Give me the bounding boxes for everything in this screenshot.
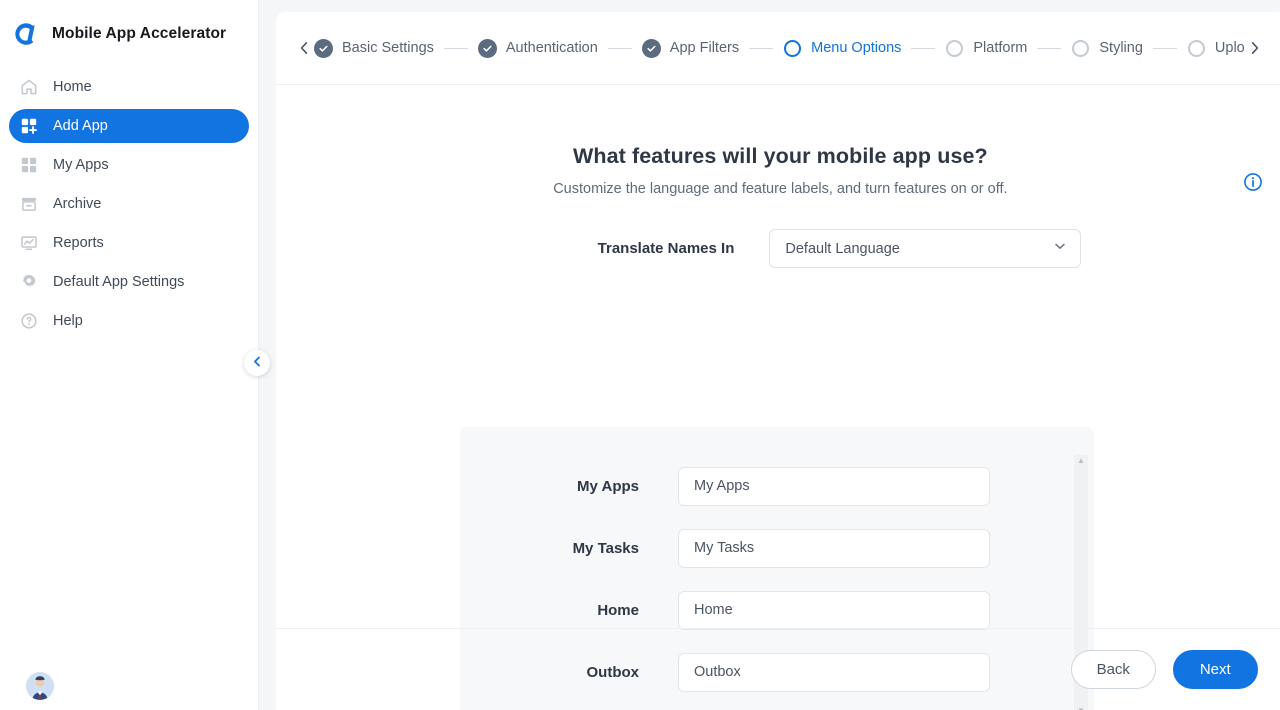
home-icon [18,76,40,98]
page-subtitle: Customize the language and feature label… [553,181,1008,197]
language-select[interactable]: Default Language [769,229,1082,268]
wizard-content: What features will your mobile app use? … [276,144,1280,710]
step-menu-options[interactable]: Menu Options [783,39,901,58]
feature-label: Home [597,601,639,619]
page-title: What features will your mobile app use? [572,144,988,168]
feature-input[interactable]: Home [678,590,990,630]
feature-label: My Apps [577,477,639,495]
archive-icon [18,193,40,215]
stepper-next-button[interactable] [1245,41,1265,55]
gear-icon [18,271,40,293]
check-circle-icon [641,38,661,58]
step-separator [1037,47,1062,49]
sidebar-user-profile[interactable] [0,662,259,710]
check-circle-icon [314,38,333,58]
language-select-value: Default Language [785,240,900,257]
step-upload[interactable]: Uplo [1187,39,1245,58]
step-app-filters[interactable]: App Filters [641,38,740,58]
check-circle-icon [477,38,497,58]
current-step-circle-icon [783,39,802,58]
main-area: Basic Settings Authentication App Filter… [259,0,1280,710]
step-separator [749,47,774,49]
step-label: Menu Options [811,40,902,56]
feature-input[interactable]: My Tasks [678,528,990,568]
scroll-up-arrow[interactable]: ▲ [1077,455,1085,467]
sidebar-item-label: Help [53,313,83,329]
sidebar-item-label: My Apps [53,157,109,173]
sidebar-item-home[interactable]: Home [9,70,249,104]
empty-circle-icon [945,39,964,58]
sidebar-item-label: Default App Settings [53,274,185,290]
step-label: Styling [1099,40,1143,56]
sidebar-nav: Home Add App My Apps Archive Reports Def… [0,70,258,338]
grid-plus-icon [18,115,40,137]
sidebar-item-label: Home [53,79,92,95]
step-label: Authentication [505,40,598,56]
translate-names-label: Translate Names In [597,240,735,257]
step-separator [911,47,936,49]
wizard-footer: Back Next [276,628,1280,710]
chevron-down-icon [1053,239,1067,258]
stepper-steps: Basic Settings Authentication App Filter… [314,38,1245,58]
empty-circle-icon [1071,39,1090,58]
info-circle-icon[interactable] [1243,172,1263,192]
step-authentication[interactable]: Authentication [477,38,598,58]
step-platform[interactable]: Platform [945,39,1027,58]
avatar [26,672,54,700]
feature-label: My Tasks [572,539,639,557]
sidebar-item-add-app[interactable]: Add App [9,109,249,143]
feature-row: My Apps My Apps [460,455,1094,517]
feature-input[interactable]: My Apps [678,466,990,506]
step-basic-settings[interactable]: Basic Settings [314,38,434,58]
brand: Mobile App Accelerator [0,0,258,68]
wizard-card: Basic Settings Authentication App Filter… [276,12,1280,710]
step-label: Uplo [1214,40,1245,56]
translate-language-row: Translate Names In Default Language [276,229,1280,268]
sidebar-item-label: Archive [53,196,102,212]
back-button[interactable]: Back [1070,650,1156,689]
sidebar-item-archive[interactable]: Archive [9,187,249,221]
question-circle-icon [18,310,40,332]
sidebar-item-help[interactable]: Help [9,304,249,338]
sidebar: Mobile App Accelerator Home Add App My A… [0,0,270,710]
step-label: App Filters [669,40,740,56]
app-root: Mobile App Accelerator Home Add App My A… [0,0,1280,710]
stepper-prev-button[interactable] [294,41,314,55]
next-button[interactable]: Next [1172,650,1258,689]
step-separator [1152,47,1177,49]
sidebar-item-reports[interactable]: Reports [9,226,249,260]
feature-row: My Tasks My Tasks [460,517,1094,579]
sidebar-item-my-apps[interactable]: My Apps [9,148,249,182]
sidebar-item-label: Reports [53,235,104,251]
sidebar-item-default-app-settings[interactable]: Default App Settings [9,265,249,299]
report-monitor-icon [18,232,40,254]
sidebar-item-label: Add App [53,118,108,134]
step-styling[interactable]: Styling [1071,39,1143,58]
step-separator [607,47,632,49]
grid-icon [18,154,40,176]
brand-logo-icon [12,20,40,48]
step-label: Platform [973,40,1028,56]
step-label: Basic Settings [342,40,434,56]
empty-circle-icon [1187,39,1206,58]
chevron-left-icon [252,354,263,372]
sidebar-collapse-button[interactable] [244,350,270,376]
brand-title: Mobile App Accelerator [52,25,227,42]
wizard-stepper: Basic Settings Authentication App Filter… [276,12,1280,85]
step-separator [443,47,468,49]
